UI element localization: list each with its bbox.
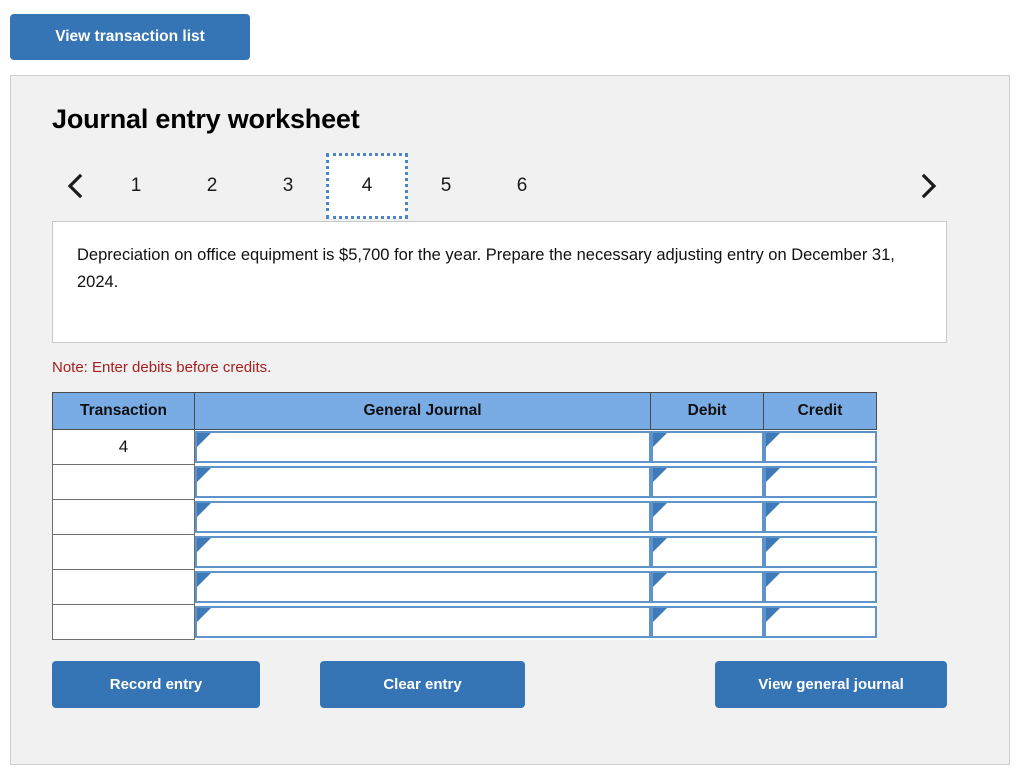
general-journal-input[interactable] (195, 501, 651, 533)
credit-input[interactable] (763, 466, 877, 498)
transaction-number-cell (52, 534, 195, 570)
top-bar: View transaction list (0, 0, 1022, 60)
transaction-number-cell: 4 (52, 429, 195, 465)
general-journal-input-cell[interactable] (194, 569, 651, 605)
credit-input[interactable] (763, 501, 877, 533)
journal-entry-table: Transaction General Journal Debit Credit… (52, 392, 877, 640)
credit-input-cell[interactable] (763, 534, 877, 570)
debit-input-cell[interactable] (650, 569, 764, 605)
journal-entry-panel: Journal entry worksheet 1 2 3 4 5 6 Depr… (10, 75, 1010, 765)
debit-input[interactable] (650, 501, 764, 533)
debit-input-cell[interactable] (650, 499, 764, 535)
debits-before-credits-note: Note: Enter debits before credits. (52, 359, 272, 376)
worksheet-tab-4[interactable]: 4 (326, 153, 408, 219)
tab-list: 1 2 3 4 5 6 (98, 153, 560, 219)
chevron-right-icon (918, 171, 940, 201)
credit-input-cell[interactable] (763, 429, 877, 465)
debit-input[interactable] (650, 466, 764, 498)
debit-input-cell[interactable] (650, 534, 764, 570)
view-general-journal-button[interactable]: View general journal (715, 661, 947, 708)
debit-input-cell[interactable] (650, 604, 764, 640)
credit-input-cell[interactable] (763, 604, 877, 640)
worksheet-tab-6-label: 6 (516, 175, 528, 196)
worksheet-tab-5-label: 5 (440, 175, 452, 196)
credit-input[interactable] (763, 606, 877, 638)
footer-button-bar: Record entry Clear entry View general jo… (52, 661, 947, 709)
transaction-description-text: Depreciation on office equipment is $5,7… (77, 246, 895, 291)
previous-entry-button[interactable] (52, 153, 98, 219)
worksheet-tab-4-label: 4 (361, 175, 373, 196)
clear-entry-button[interactable]: Clear entry (320, 661, 525, 708)
worksheet-tab-2-label: 2 (206, 175, 218, 196)
general-journal-input-cell[interactable] (194, 429, 651, 465)
worksheet-tab-2[interactable]: 2 (174, 153, 250, 219)
debit-input[interactable] (650, 571, 764, 603)
worksheet-tab-1[interactable]: 1 (98, 153, 174, 219)
general-journal-input-cell[interactable] (194, 499, 651, 535)
table-row (52, 464, 877, 500)
column-header-general-journal: General Journal (194, 392, 651, 430)
table-row (52, 499, 877, 535)
worksheet-tab-1-label: 1 (130, 175, 142, 196)
column-header-debit: Debit (650, 392, 764, 430)
debit-input-cell[interactable] (650, 429, 764, 465)
general-journal-input[interactable] (195, 466, 651, 498)
transaction-number-cell (52, 499, 195, 535)
table-row: 4 (52, 429, 877, 465)
page-title: Journal entry worksheet (52, 104, 360, 134)
table-row (52, 604, 877, 640)
transaction-description-box: Depreciation on office equipment is $5,7… (52, 221, 947, 343)
debit-input[interactable] (650, 606, 764, 638)
credit-input[interactable] (763, 571, 877, 603)
credit-input-cell[interactable] (763, 569, 877, 605)
transaction-number-cell (52, 604, 195, 640)
table-row (52, 534, 877, 570)
worksheet-tab-6[interactable]: 6 (484, 153, 560, 219)
record-entry-button[interactable]: Record entry (52, 661, 260, 708)
next-entry-button[interactable] (906, 153, 952, 219)
table-row (52, 569, 877, 605)
worksheet-tab-3[interactable]: 3 (250, 153, 326, 219)
worksheet-tab-3-label: 3 (282, 175, 294, 196)
credit-input[interactable] (763, 536, 877, 568)
general-journal-input-cell[interactable] (194, 604, 651, 640)
column-header-credit: Credit (763, 392, 877, 430)
transaction-number-cell (52, 569, 195, 605)
general-journal-input[interactable] (195, 606, 651, 638)
credit-input-cell[interactable] (763, 464, 877, 500)
chevron-left-icon (64, 171, 86, 201)
worksheet-tab-5[interactable]: 5 (408, 153, 484, 219)
credit-input[interactable] (763, 431, 877, 464)
general-journal-input[interactable] (195, 571, 651, 603)
debit-input[interactable] (650, 431, 764, 464)
column-header-transaction: Transaction (52, 392, 195, 430)
credit-input-cell[interactable] (763, 499, 877, 535)
worksheet-tab-nav: 1 2 3 4 5 6 (52, 153, 952, 219)
general-journal-input-cell[interactable] (194, 464, 651, 500)
table-header-row: Transaction General Journal Debit Credit (52, 392, 877, 430)
general-journal-input-cell[interactable] (194, 534, 651, 570)
debit-input[interactable] (650, 536, 764, 568)
debit-input-cell[interactable] (650, 464, 764, 500)
transaction-number-cell (52, 464, 195, 500)
general-journal-input[interactable] (195, 431, 651, 464)
general-journal-input[interactable] (195, 536, 651, 568)
view-transaction-list-button[interactable]: View transaction list (10, 14, 250, 60)
